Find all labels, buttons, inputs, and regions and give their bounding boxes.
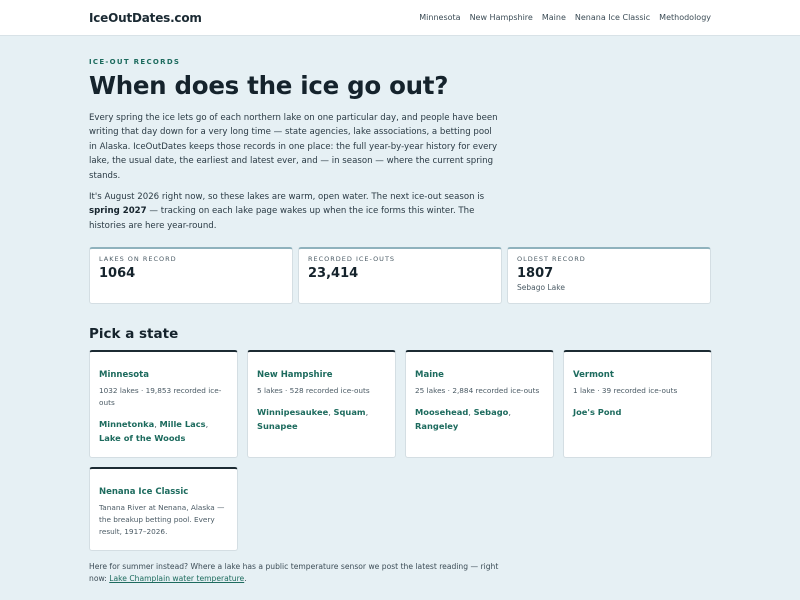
nav-methodology[interactable]: Methodology (659, 13, 711, 22)
stat-label: RECORDED ICE-OUTS (308, 255, 396, 264)
stat-label: LAKES ON RECORD (99, 255, 177, 264)
lake-link-minnetonka[interactable]: Minnetonka (99, 419, 154, 429)
separator: , (205, 419, 209, 430)
state-meta: 5 lakes · 528 recorded ice-outs (257, 386, 370, 396)
lake-link-rangeley[interactable]: Rangeley (415, 421, 458, 431)
state-card-maine: Maine 25 lakes · 2,884 recorded ice-outs… (405, 350, 554, 459)
season-highlight: spring 2027 (89, 206, 147, 217)
featured-lakes: Joe's Pond (573, 405, 702, 419)
stat-lakes-on-record: LAKES ON RECORD 1064 (89, 247, 293, 305)
separator: , (508, 407, 511, 418)
lake-link-joes-pond[interactable]: Joe's Pond (573, 407, 621, 417)
site-logo[interactable]: IceOutDates.com (89, 11, 202, 25)
state-meta: 1 lake · 39 recorded ice-outs (573, 386, 678, 396)
eyebrow-label: ICE-OUT RECORDS (89, 58, 181, 66)
state-meta: Tanana River at Nenana, Alaska — the bre… (99, 503, 225, 537)
state-card-nenana-ice-classic: Nenana Ice Classic Tanana River at Nenan… (89, 467, 238, 552)
state-meta: 25 lakes · 2,884 recorded ice-outs (415, 386, 540, 396)
nav-nenana-ice-classic[interactable]: Nenana Ice Classic (575, 13, 650, 22)
state-link-minnesota[interactable]: Minnesota (99, 370, 149, 380)
state-link-nenana-ice-classic[interactable]: Nenana Ice Classic (99, 487, 188, 497)
lake-link-mille-lacs[interactable]: Mille Lacs (160, 419, 206, 429)
nav-maine[interactable]: Maine (542, 13, 566, 22)
featured-lakes: Winnipesaukee, Squam, Sunapee (257, 405, 386, 433)
state-meta: 1032 lakes · 19,853 recorded ice-outs (99, 386, 222, 408)
lake-link-sunapee[interactable]: Sunapee (257, 421, 298, 431)
footnote-end: . (244, 574, 247, 584)
state-link-new-hampshire[interactable]: New Hampshire (257, 370, 332, 380)
season-text-after: — tracking on each lake page wakes up wh… (89, 206, 475, 231)
lake-link-lake-of-the-woods[interactable]: Lake of the Woods (99, 433, 185, 443)
stat-subtext: Sebago Lake (517, 283, 565, 293)
state-card-vermont: Vermont 1 lake · 39 recorded ice-outs Jo… (563, 350, 712, 459)
featured-lakes: Moosehead, Sebago, Rangeley (415, 405, 544, 433)
state-cards: Minnesota 1032 lakes · 19,853 recorded i… (89, 350, 712, 552)
lake-link-sebago[interactable]: Sebago (474, 407, 509, 417)
page-title: When does the ice go out? (89, 71, 449, 100)
separator: , (365, 407, 369, 418)
section-title: Pick a state (89, 326, 179, 343)
state-link-maine[interactable]: Maine (415, 370, 444, 380)
intro-paragraph: Every spring the ice lets go of each nor… (89, 113, 498, 181)
season-paragraph: It's August 2026 right now, so these lak… (89, 190, 499, 233)
nav-new-hampshire[interactable]: New Hampshire (470, 13, 533, 22)
top-bar: IceOutDates.com Minnesota New Hampshire … (0, 0, 800, 36)
nav-minnesota[interactable]: Minnesota (419, 13, 460, 22)
lake-link-moosehead[interactable]: Moosehead (415, 407, 468, 417)
summer-footnote: Here for summer instead? Where a lake ha… (89, 561, 509, 585)
state-card-minnesota: Minnesota 1032 lakes · 19,853 recorded i… (89, 350, 238, 459)
stat-value: 1064 (99, 266, 136, 282)
main-nav: Minnesota New Hampshire Maine Nenana Ice… (419, 13, 711, 22)
lake-link-squam[interactable]: Squam (334, 407, 366, 417)
stats-row: LAKES ON RECORD 1064 RECORDED ICE-OUTS 2… (89, 247, 711, 305)
stat-label: OLDEST RECORD (517, 255, 586, 264)
stat-recorded-ice-outs: RECORDED ICE-OUTS 23,414 (298, 247, 502, 305)
stat-value: 1807 (517, 266, 554, 282)
featured-lakes: Minnetonka, Mille Lacs, Lake of the Wood… (99, 417, 228, 445)
state-card-new-hampshire: New Hampshire 5 lakes · 528 recorded ice… (247, 350, 396, 459)
stat-oldest-record: OLDEST RECORD 1807 Sebago Lake (507, 247, 711, 305)
lake-champlain-temperature-link[interactable]: Lake Champlain water temperature (109, 574, 244, 583)
main-content: ICE-OUT RECORDS When does the ice go out… (0, 36, 800, 585)
season-text-before: It's August 2026 right now, so these lak… (89, 192, 485, 203)
lake-link-winnipesaukee[interactable]: Winnipesaukee (257, 407, 328, 417)
stat-value: 23,414 (308, 266, 359, 282)
state-link-vermont[interactable]: Vermont (573, 370, 614, 380)
